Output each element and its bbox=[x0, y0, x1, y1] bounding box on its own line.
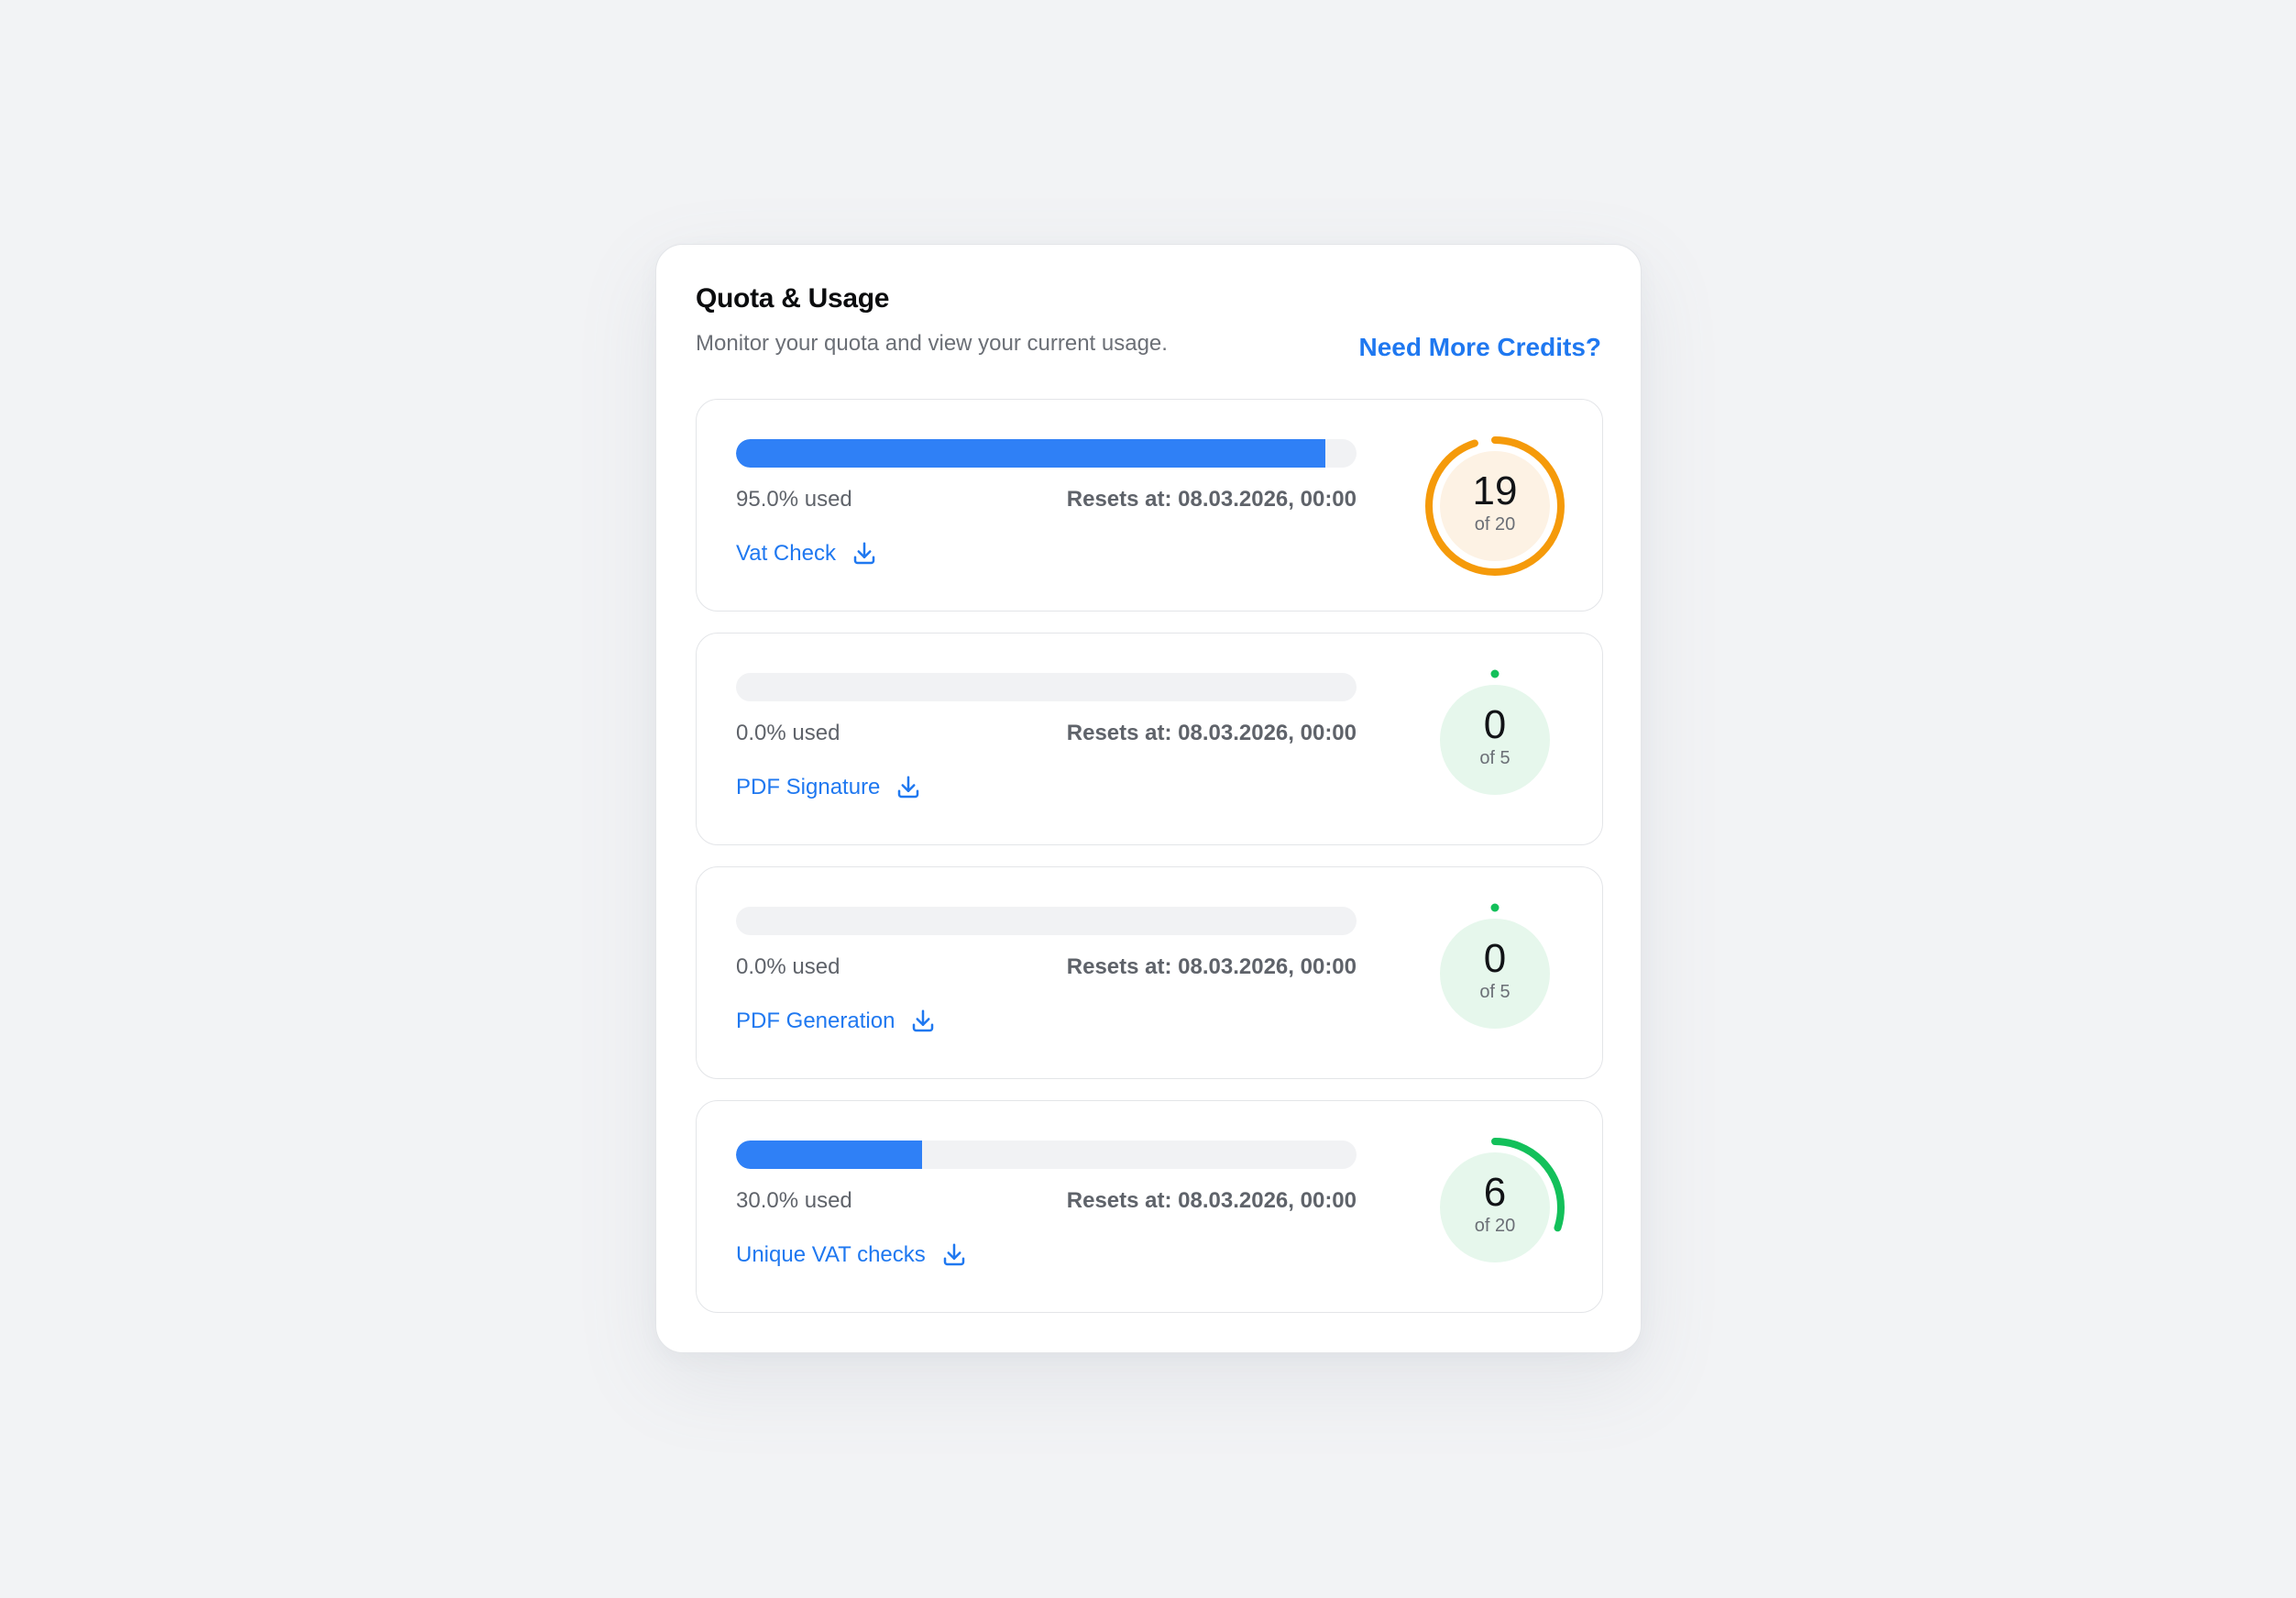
usage-limit: of 20 bbox=[1474, 1216, 1516, 1236]
quota-list: 95.0% used Resets at: 08.03.2026, 00:00 … bbox=[696, 399, 1603, 1334]
quota-item-pdf-generation: 0.0% used Resets at: 08.03.2026, 00:00 P… bbox=[696, 866, 1603, 1079]
quota-usage-card: Quota & Usage Monitor your quota and vie… bbox=[655, 244, 1642, 1353]
resets-at-text: Resets at: 08.03.2026, 00:00 bbox=[1066, 487, 1357, 512]
usage-progress-bar bbox=[736, 673, 1357, 701]
resets-at-text: Resets at: 08.03.2026, 00:00 bbox=[1066, 954, 1357, 979]
usage-limit: of 20 bbox=[1474, 514, 1516, 535]
resets-at-text: Resets at: 08.03.2026, 00:00 bbox=[1066, 1188, 1357, 1213]
usage-gauge: 0 of 5 bbox=[1423, 901, 1567, 1046]
usage-gauge: 0 of 5 bbox=[1423, 667, 1567, 812]
usage-progress-fill bbox=[736, 439, 1326, 468]
quota-item-pdf-signature: 0.0% used Resets at: 08.03.2026, 00:00 P… bbox=[696, 633, 1603, 845]
quota-name: Unique VAT checks bbox=[736, 1242, 926, 1267]
usage-percent-text: 30.0% used bbox=[736, 1188, 852, 1213]
quota-item-unique-vat-checks: 30.0% used Resets at: 08.03.2026, 00:00 … bbox=[696, 1100, 1603, 1313]
usage-progress-fill bbox=[736, 1141, 923, 1169]
usage-count: 0 bbox=[1483, 702, 1507, 747]
need-more-credits-link[interactable]: Need More Credits? bbox=[1359, 333, 1602, 362]
usage-count: 0 bbox=[1483, 936, 1507, 981]
download-icon[interactable] bbox=[909, 1008, 937, 1035]
card-subtitle: Monitor your quota and view your current… bbox=[696, 331, 1168, 356]
quota-name-link[interactable]: Vat Check bbox=[736, 540, 878, 568]
usage-percent-text: 95.0% used bbox=[736, 487, 852, 512]
card-title: Quota & Usage bbox=[696, 283, 890, 314]
quota-name-link[interactable]: Unique VAT checks bbox=[736, 1241, 968, 1269]
usage-percent-text: 0.0% used bbox=[736, 954, 840, 979]
usage-progress-bar bbox=[736, 1141, 1357, 1169]
quota-name: PDF Generation bbox=[736, 1008, 895, 1033]
usage-count: 6 bbox=[1483, 1170, 1507, 1215]
usage-limit: of 5 bbox=[1479, 982, 1511, 1002]
usage-count: 19 bbox=[1472, 468, 1518, 513]
usage-progress-bar bbox=[736, 907, 1357, 935]
quota-name-link[interactable]: PDF Generation bbox=[736, 1008, 937, 1035]
resets-at-text: Resets at: 08.03.2026, 00:00 bbox=[1066, 721, 1357, 745]
download-icon[interactable] bbox=[940, 1241, 968, 1269]
quota-item-vat-check: 95.0% used Resets at: 08.03.2026, 00:00 … bbox=[696, 399, 1603, 612]
usage-gauge: 6 of 20 bbox=[1423, 1135, 1567, 1280]
download-icon[interactable] bbox=[851, 540, 878, 568]
usage-percent-text: 0.0% used bbox=[736, 721, 840, 745]
usage-progress-bar bbox=[736, 439, 1357, 468]
quota-name-link[interactable]: PDF Signature bbox=[736, 774, 922, 801]
usage-limit: of 5 bbox=[1479, 748, 1511, 768]
usage-gauge: 19 of 20 bbox=[1423, 434, 1567, 579]
download-icon[interactable] bbox=[895, 774, 922, 801]
quota-name: Vat Check bbox=[736, 541, 836, 566]
quota-name: PDF Signature bbox=[736, 775, 881, 799]
